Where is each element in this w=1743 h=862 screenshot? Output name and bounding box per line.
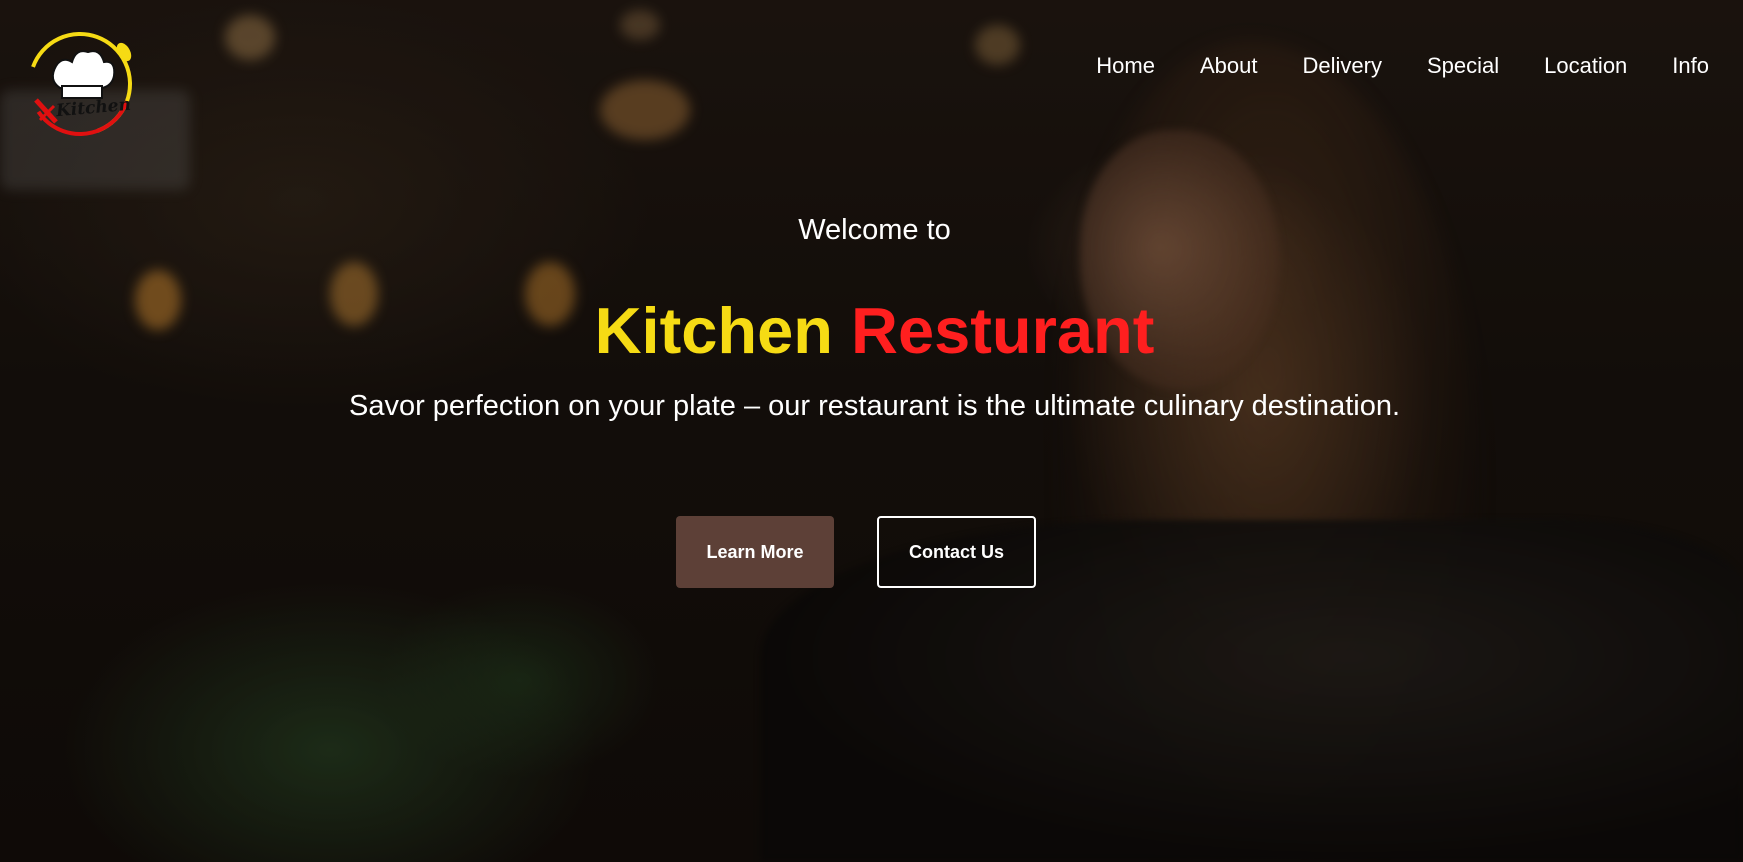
logo[interactable]: Kitchen xyxy=(26,30,134,138)
nav-about[interactable]: About xyxy=(1200,52,1258,80)
nav-home[interactable]: Home xyxy=(1096,52,1155,80)
nav-delivery[interactable]: Delivery xyxy=(1302,52,1381,80)
contact-us-button[interactable]: Contact Us xyxy=(877,516,1036,588)
title-resturant: Resturant xyxy=(851,294,1155,367)
dark-overlay xyxy=(0,0,1743,862)
hero-section: Kitchen Home About Delivery Special Loca… xyxy=(0,0,1743,862)
chef-hat-icon xyxy=(28,32,132,136)
nav-info[interactable]: Info xyxy=(1672,52,1709,80)
hero-title: Kitchen Resturant xyxy=(0,292,1743,370)
title-kitchen: Kitchen xyxy=(594,294,833,367)
nav-special[interactable]: Special xyxy=(1427,52,1499,80)
nav-location[interactable]: Location xyxy=(1544,52,1627,80)
learn-more-button[interactable]: Learn More xyxy=(676,516,834,588)
welcome-text: Welcome to xyxy=(798,214,951,246)
main-nav: Home About Delivery Special Location Inf… xyxy=(1051,52,1709,80)
hero-tagline: Savor perfection on your plate – our res… xyxy=(348,390,1401,422)
